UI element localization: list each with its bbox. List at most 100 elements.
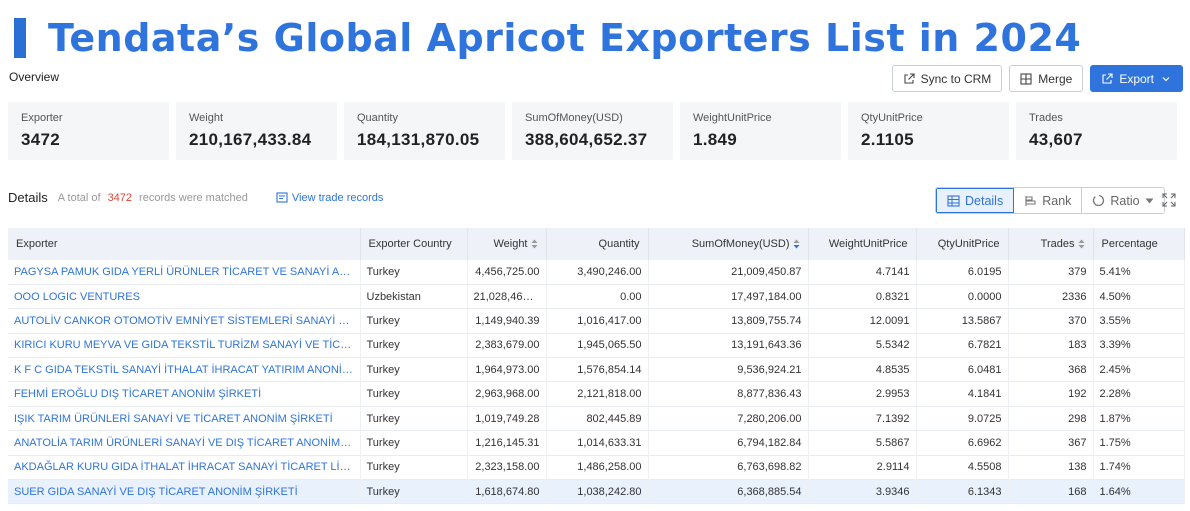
stat-card-weight: Weight 210,167,433.84 [176,102,337,160]
exporter-link[interactable]: KIRICI KURU MEYVA VE GIDA TEKSTİL TURİZM… [8,333,361,358]
col-header-sum-label: SumOfMoney(USD) [691,238,790,250]
view-trade-records-label: View trade records [291,191,384,204]
exporters-table: Exporter Exporter Country Weight Quantit… [8,228,1185,504]
qty-unit-price-cell: 0.0000 [916,284,1009,309]
sum-cell: 8,877,836.43 [648,381,809,407]
quantity-cell: 1,016,417.00 [546,308,649,334]
quantity-cell: 1,038,242.80 [546,479,649,504]
stat-value: 184,131,870.05 [357,130,480,149]
tab-ratio[interactable]: Ratio [1082,188,1163,213]
table-row: PAGYSA PAMUK GIDA YERLİ ÜRÜNLER TİCARET … [8,260,1185,285]
qty-unit-price-cell: 13.5867 [916,308,1009,334]
sum-cell: 13,191,643.36 [648,333,809,358]
weight-unit-price-cell: 3.9346 [808,479,917,504]
tab-rank[interactable]: Rank [1014,188,1083,213]
weight-cell: 2,963,968.00 [467,381,547,407]
col-header-percentage: Percentage [1093,228,1185,260]
weight-cell: 21,028,469.60 [467,284,547,309]
stat-label: WeightUnitPrice [693,112,772,124]
weight-unit-price-cell: 4.8535 [808,357,917,382]
fullscreen-icon[interactable] [1162,193,1176,207]
country-cell: Turkey [360,479,468,504]
stat-card-exporter: Exporter 3472 [8,102,169,160]
weight-unit-price-cell: 7.1392 [808,406,917,431]
merge-button[interactable]: Merge [1009,65,1084,92]
weight-cell: 1,618,674.80 [467,479,547,504]
trades-cell: 138 [1008,455,1094,480]
col-header-qty-unit-price: QtyUnitPrice [916,228,1009,260]
quantity-cell: 1,014,633.31 [546,430,649,456]
country-cell: Turkey [360,430,468,456]
exporter-link[interactable]: SUER GIDA SANAYİ VE DIŞ TİCARET ANONİM Ş… [8,479,361,504]
tab-details[interactable]: Details [936,188,1015,213]
exporter-link[interactable]: IŞIK TARIM ÜRÜNLERİ SANAYİ VE TİCARET AN… [8,406,361,431]
country-cell: Turkey [360,308,468,334]
stat-label: Exporter [21,112,63,124]
sum-cell: 6,794,182.84 [648,430,809,456]
details-header: Details A total of 3472 records were mat… [8,190,383,205]
qty-unit-price-cell: 4.1841 [916,381,1009,407]
trades-cell: 2336 [1008,284,1094,309]
qty-unit-price-cell: 9.0725 [916,406,1009,431]
col-header-sum-of-money[interactable]: SumOfMoney(USD) [648,228,809,260]
qty-unit-price-cell: 6.0481 [916,357,1009,382]
exporter-link[interactable]: FEHMİ EROĞLU DIŞ TİCARET ANONİM ŞİRKETİ [8,381,361,407]
col-header-weight[interactable]: Weight [467,228,547,260]
export-button[interactable]: Export [1090,65,1183,92]
records-count: 3472 [107,191,133,204]
stat-value: 3472 [21,130,61,149]
merge-label: Merge [1038,71,1073,86]
col-header-trades[interactable]: Trades [1008,228,1094,260]
stat-label: QtyUnitPrice [861,112,923,124]
percentage-cell: 3.55% [1093,308,1185,334]
table-row: AKDAĞLAR KURU GIDA İTHALAT İHRACAT SANAY… [8,455,1185,480]
country-cell: Turkey [360,357,468,382]
qty-unit-price-cell: 6.7821 [916,333,1009,358]
table-row: K F C GIDA TEKSTİL SANAYİ İTHALAT İHRACA… [8,357,1185,382]
country-cell: Turkey [360,381,468,407]
exporter-link[interactable]: ANATOLİA TARIM ÜRÜNLERİ SANAYİ VE DIŞ Tİ… [8,430,361,456]
weight-cell: 4,456,725.00 [467,260,547,285]
chevron-down-icon [1162,76,1170,81]
page-title: Tendata’s Global Apricot Exporters List … [48,16,1082,60]
exporter-link[interactable]: PAGYSA PAMUK GIDA YERLİ ÜRÜNLER TİCARET … [8,260,361,285]
table-row: ANATOLİA TARIM ÜRÜNLERİ SANAYİ VE DIŞ Tİ… [8,430,1185,456]
weight-cell: 1,216,145.31 [467,430,547,456]
sum-cell: 6,368,885.54 [648,479,809,504]
weight-unit-price-cell: 5.5867 [808,430,917,456]
exporter-link[interactable]: OOO LOGIC VENTURES [8,284,361,309]
weight-unit-price-cell: 2.9114 [808,455,917,480]
qty-unit-price-cell: 6.6962 [916,430,1009,456]
quantity-cell: 2,121,818.00 [546,381,649,407]
sync-to-crm-button[interactable]: Sync to CRM [891,65,1003,92]
sum-cell: 13,809,755.74 [648,308,809,334]
percentage-cell: 3.39% [1093,333,1185,358]
sort-desc-icon [793,239,799,249]
toolbar: Sync to CRM Merge Export [891,65,1183,92]
weight-cell: 2,323,158.00 [467,455,547,480]
weight-cell: 1,019,749.28 [467,406,547,431]
exporter-link[interactable]: AKDAĞLAR KURU GIDA İTHALAT İHRACAT SANAY… [8,455,361,480]
col-header-weight-label: Weight [493,238,528,250]
sync-to-crm-label: Sync to CRM [920,71,992,86]
tab-ratio-label: Ratio [1110,193,1140,208]
weight-unit-price-cell: 0.8321 [808,284,917,309]
tab-details-label: Details [965,193,1004,208]
stat-value: 1.849 [693,130,738,149]
view-trade-records-link[interactable]: View trade records [276,191,384,204]
exporter-link[interactable]: K F C GIDA TEKSTİL SANAYİ İTHALAT İHRACA… [8,357,361,382]
table-row: AUTOLİV CANKOR OTOMOTİV EMNİYET SİSTEMLE… [8,308,1185,334]
trades-cell: 379 [1008,260,1094,285]
stat-card-trades: Trades 43,607 [1016,102,1177,160]
percentage-cell: 1.64% [1093,479,1185,504]
trades-cell: 370 [1008,308,1094,334]
exporter-link[interactable]: AUTOLİV CANKOR OTOMOTİV EMNİYET SİSTEMLE… [8,308,361,334]
sum-cell: 7,280,206.00 [648,406,809,431]
sum-cell: 17,497,184.00 [648,284,809,309]
rank-icon [1025,195,1036,206]
qty-unit-price-cell: 6.1343 [916,479,1009,504]
country-cell: Turkey [360,333,468,358]
sort-icon [531,239,537,249]
stat-value: 388,604,652.37 [525,130,648,149]
banner-accent-bar [14,18,26,58]
